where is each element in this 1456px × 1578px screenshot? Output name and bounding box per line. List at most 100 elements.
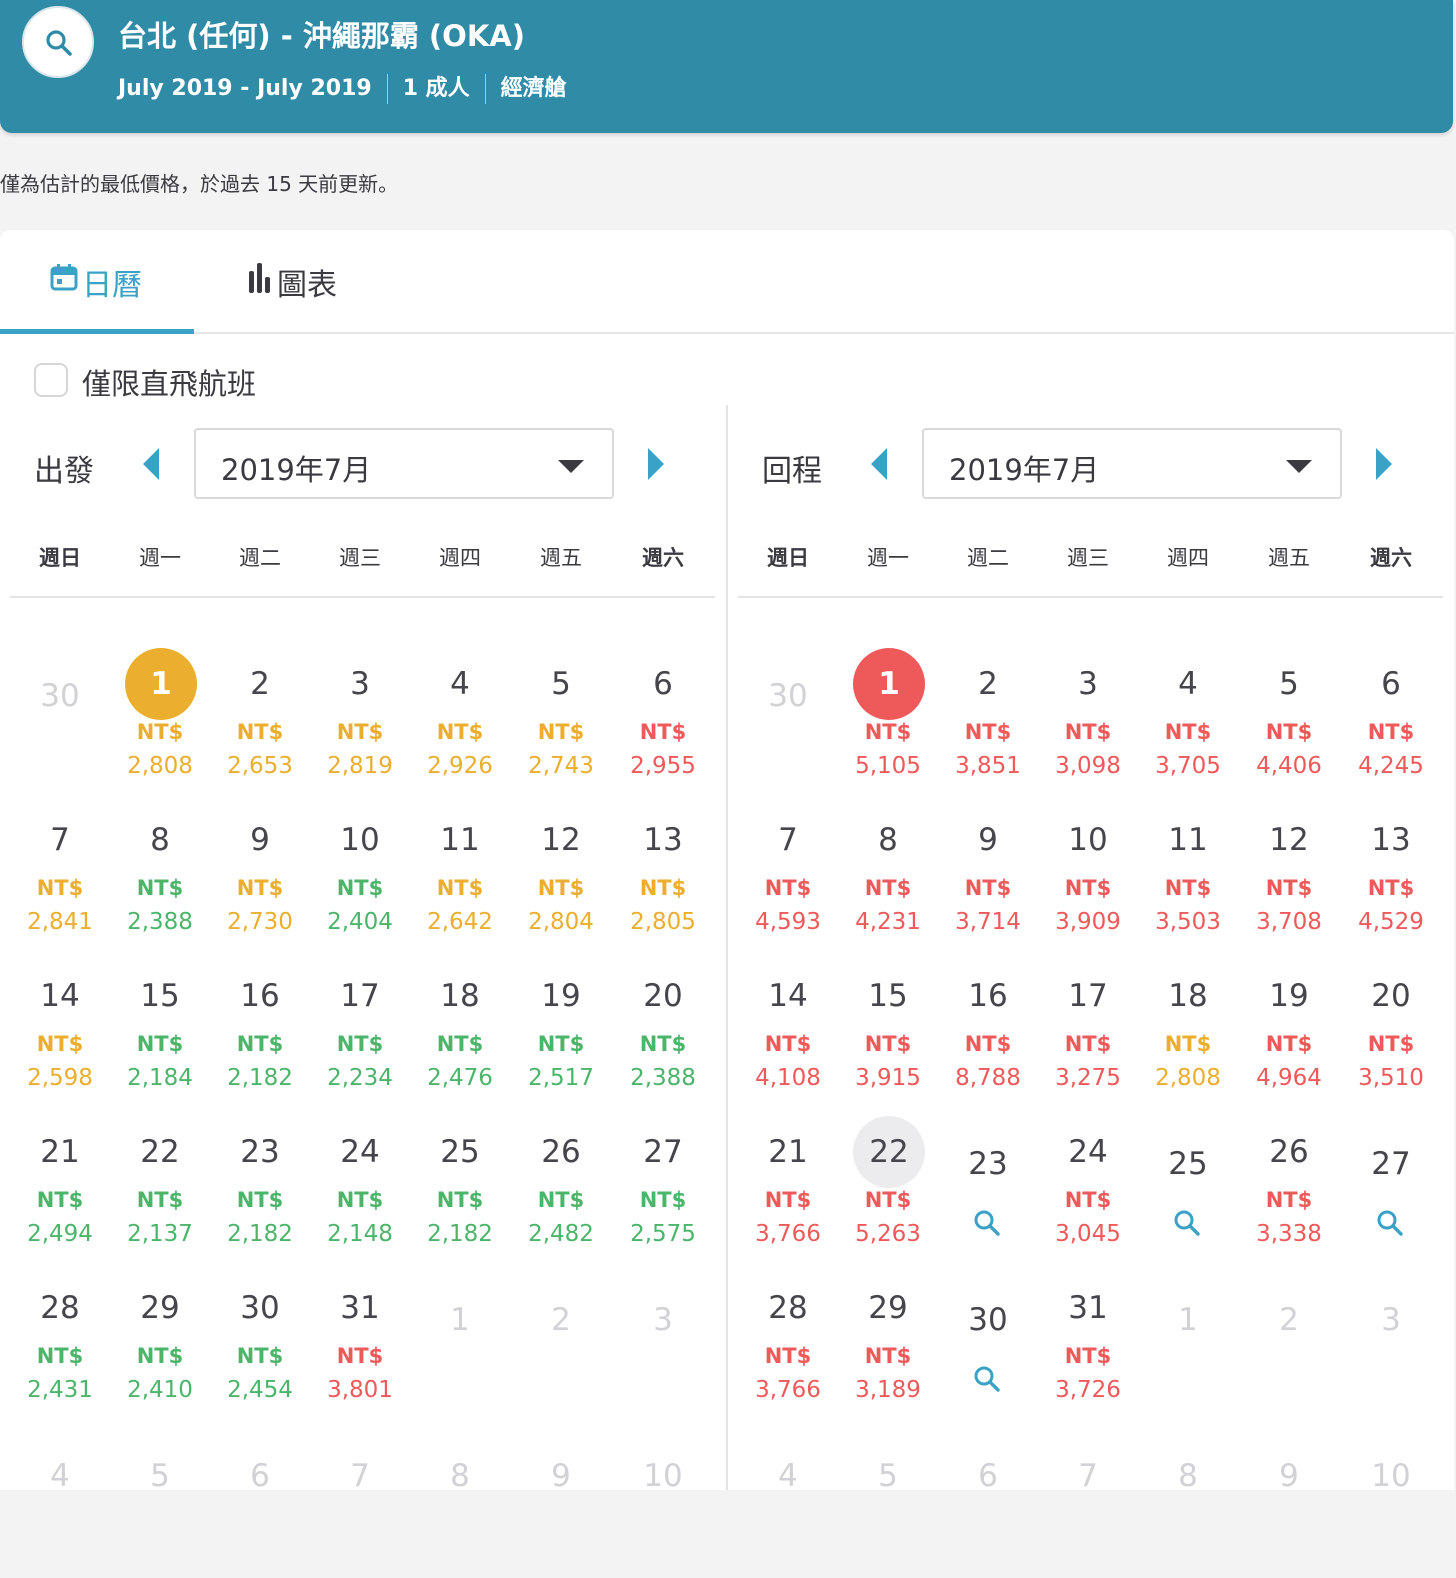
calendar-day[interactable]: 19 NT$ 2,517 [511,960,611,1110]
calendar-day[interactable]: 28 NT$ 3,766 [738,1272,838,1422]
calendar-day[interactable]: 27 [1341,1116,1441,1266]
calendar-day[interactable]: 26 NT$ 3,338 [1239,1116,1339,1266]
search-icon [1377,1210,1403,1236]
calendar-day[interactable]: 30 [938,1272,1038,1422]
calendar-day[interactable]: 11 NT$ 3,503 [1138,804,1238,954]
calendar-day[interactable]: 1 NT$ 5,105 [838,648,938,798]
calendar-day[interactable]: 8 NT$ 4,231 [838,804,938,954]
calendar-day[interactable]: 16 NT$ 8,788 [938,960,1038,1110]
calendar-day[interactable]: 20 NT$ 2,388 [613,960,713,1110]
day-number: 5 [551,666,571,702]
search-button[interactable] [22,6,94,78]
calendar-day[interactable]: 23 [938,1116,1038,1266]
direct-flights-checkbox[interactable] [34,363,68,397]
price-amount: 3,726 [1055,1377,1121,1403]
calendar-day[interactable]: 14 NT$ 2,598 [10,960,110,1110]
calendar-day[interactable]: 10 NT$ 3,909 [1038,804,1138,954]
prev-month-arrow[interactable] [865,444,895,484]
calendar-day[interactable]: 26 NT$ 2,482 [511,1116,611,1266]
calendar-day[interactable]: 28 NT$ 2,431 [10,1272,110,1422]
calendar-day[interactable]: 13 NT$ 4,529 [1341,804,1441,954]
calendar-day[interactable]: 12 NT$ 2,804 [511,804,611,954]
calendar-day[interactable]: 4 NT$ 2,926 [410,648,510,798]
calendar-day[interactable]: 25 NT$ 2,182 [410,1116,510,1266]
calendar-day[interactable]: 15 NT$ 3,915 [838,960,938,1110]
price-amount: 2,410 [127,1377,193,1403]
calendar-day[interactable]: 31 NT$ 3,726 [1038,1272,1138,1422]
next-month-arrow[interactable] [640,444,670,484]
price-currency: NT$ [864,1344,912,1368]
day-number: 12 [541,822,581,858]
price-currency: NT$ [1367,876,1415,900]
calendar-day[interactable]: 6 NT$ 4,245 [1341,648,1441,798]
prev-month-arrow[interactable] [137,444,167,484]
price-amount: 2,653 [227,753,293,779]
search-icon [1174,1210,1200,1236]
calendar-day[interactable]: 29 NT$ 3,189 [838,1272,938,1422]
calendar-day[interactable]: 2 NT$ 2,653 [210,648,310,798]
calendar-day-outside: 7 [310,1428,410,1578]
tab-calendar[interactable]: 日曆 [0,230,194,334]
weekday-header: 週二 [239,546,281,570]
calendar-day[interactable]: 22 NT$ 2,137 [110,1116,210,1266]
calendar-day[interactable]: 5 NT$ 4,406 [1239,648,1339,798]
calendar-day[interactable]: 15 NT$ 2,184 [110,960,210,1110]
calendar-day[interactable]: 29 NT$ 2,410 [110,1272,210,1422]
price-currency: NT$ [1265,1032,1313,1056]
price-currency: NT$ [1164,876,1212,900]
day-number: 22 [853,1116,925,1188]
return-month-select[interactable]: 2019年7月 [922,428,1342,499]
price-currency: NT$ [639,876,687,900]
day-number: 7 [778,822,798,858]
calendar-day[interactable]: 31 NT$ 3,801 [310,1272,410,1422]
price-amount: 4,964 [1256,1065,1322,1091]
calendar-day[interactable]: 16 NT$ 2,182 [210,960,310,1110]
calendar-day[interactable]: 24 NT$ 2,148 [310,1116,410,1266]
calendar-day[interactable]: 7 NT$ 2,841 [10,804,110,954]
calendar-day[interactable]: 19 NT$ 4,964 [1239,960,1339,1110]
calendar-day[interactable]: 17 NT$ 3,275 [1038,960,1138,1110]
calendar-day[interactable]: 27 NT$ 2,575 [613,1116,713,1266]
calendar-day[interactable]: 11 NT$ 2,642 [410,804,510,954]
next-month-arrow[interactable] [1368,444,1398,484]
calendar-day[interactable]: 13 NT$ 2,805 [613,804,713,954]
calendar-day[interactable]: 3 NT$ 2,819 [310,648,410,798]
day-number: 5 [1279,666,1299,702]
calendar-day[interactable]: 6 NT$ 2,955 [613,648,713,798]
calendar-day[interactable]: 20 NT$ 3,510 [1341,960,1441,1110]
calendar-day[interactable]: 10 NT$ 2,404 [310,804,410,954]
calendar-day[interactable]: 23 NT$ 2,182 [210,1116,310,1266]
calendar-day[interactable]: 25 [1138,1116,1238,1266]
weekday-header: 週四 [439,546,481,570]
price-amount: 2,182 [227,1221,293,1247]
calendar-day[interactable]: 1 NT$ 2,808 [110,648,210,798]
price-currency: NT$ [1164,1032,1212,1056]
calendar-day[interactable]: 22 NT$ 5,263 [838,1116,938,1266]
calendar-day[interactable]: 30 NT$ 2,454 [210,1272,310,1422]
calendar-day[interactable]: 18 NT$ 2,476 [410,960,510,1110]
calendar-day[interactable]: 21 NT$ 2,494 [10,1116,110,1266]
departure-month-select[interactable]: 2019年7月 [194,428,614,499]
day-number: 6 [250,1458,270,1494]
calendar-day[interactable]: 9 NT$ 3,714 [938,804,1038,954]
day-number: 29 [140,1290,180,1326]
calendar-day[interactable]: 4 NT$ 3,705 [1138,648,1238,798]
calendar-day[interactable]: 3 NT$ 3,098 [1038,648,1138,798]
calendar-day[interactable]: 2 NT$ 3,851 [938,648,1038,798]
calendar-day[interactable]: 24 NT$ 3,045 [1038,1116,1138,1266]
day-number: 15 [140,978,180,1014]
calendar-day[interactable]: 14 NT$ 4,108 [738,960,838,1110]
calendar-day[interactable]: 5 NT$ 2,743 [511,648,611,798]
calendar-day[interactable]: 17 NT$ 2,234 [310,960,410,1110]
calendar-day[interactable]: 7 NT$ 4,593 [738,804,838,954]
day-number: 24 [1068,1134,1108,1170]
calendar-day[interactable]: 12 NT$ 3,708 [1239,804,1339,954]
calendar-day[interactable]: 9 NT$ 2,730 [210,804,310,954]
calendar-day[interactable]: 18 NT$ 2,808 [1138,960,1238,1110]
calendar-day[interactable]: 8 NT$ 2,388 [110,804,210,954]
day-number: 3 [653,1302,673,1338]
search-header: 台北 (任何) - 沖繩那霸 (OKA) July 2019 - July 20… [0,0,1453,133]
weekday-header: 週一 [139,546,181,570]
tab-chart[interactable]: 圖表 [245,230,405,332]
calendar-day[interactable]: 21 NT$ 3,766 [738,1116,838,1266]
